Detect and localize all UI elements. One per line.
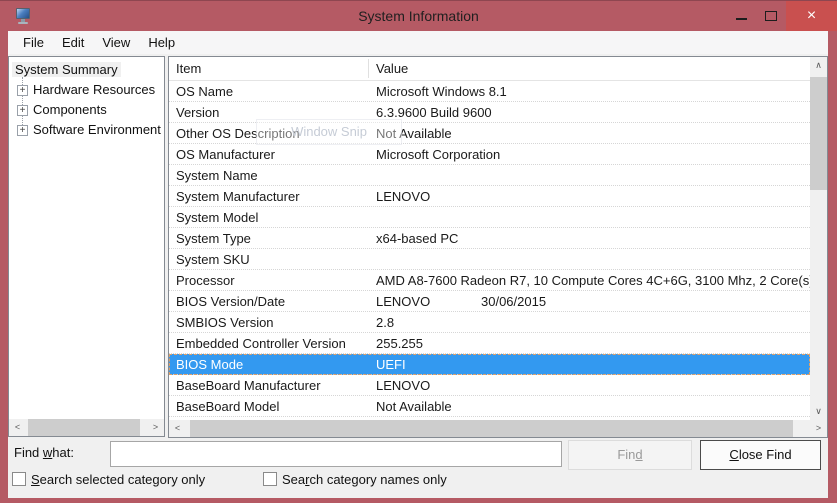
table-row[interactable]: SMBIOS Version 2.8 [169,312,810,333]
row-item-cell: BIOS Version/Date [176,291,285,312]
scroll-right-icon[interactable]: > [810,420,827,437]
scroll-right-icon[interactable]: > [147,419,164,436]
expand-plus-icon[interactable]: + [17,125,28,136]
table-row[interactable]: System Manufacturer LENOVO [169,186,810,207]
find-what-label: Find what: [14,445,74,460]
row-value-cell: Microsoft Windows 8.1 [376,81,507,102]
row-item-cell: BaseBoard Manufacturer [176,375,321,396]
row-item-cell: BaseBoard Model [176,396,279,417]
table-row[interactable]: BaseBoard Manufacturer LENOVO [169,375,810,396]
maximize-button[interactable] [756,1,786,31]
sidebar-item-hardware-resources[interactable]: + Hardware Resources [17,81,155,99]
row-value-cell: LENOVO [376,186,430,207]
list-vertical-scrollbar[interactable]: ∧ ∨ [810,57,827,420]
sidebar-item-label: Components [33,102,107,117]
row-value-cell: Microsoft Corporation [376,144,500,165]
table-row[interactable]: OS Name Microsoft Windows 8.1 [169,81,810,102]
scroll-down-icon[interactable]: ∨ [810,403,827,420]
detail-list-panel: Item Value OS Name Microsoft Windows 8.1 V… [168,56,828,438]
column-header-value[interactable]: Value [376,61,408,76]
table-row[interactable]: OS Manufacturer Microsoft Corporation [169,144,810,165]
row-item-cell: Version [176,102,219,123]
find-button[interactable]: Find [568,440,692,470]
scroll-left-icon[interactable]: < [169,420,186,437]
snip-tooltip-ghost: Window Snip [256,119,402,145]
minimize-icon [736,18,747,20]
row-value-cell: 2.8 [376,312,394,333]
menu-item-file[interactable]: File [14,33,53,52]
scroll-left-icon[interactable]: < [9,419,26,436]
menu-bar: FileEditViewHelp [8,31,828,54]
row-item-cell: OS Manufacturer [176,144,275,165]
table-row[interactable]: System SKU [169,249,810,270]
table-row[interactable]: Processor AMD A8-7600 Radeon R7, 10 Compu… [169,270,810,291]
scroll-up-icon[interactable]: ∧ [810,57,827,74]
row-value-cell: AMD A8-7600 Radeon R7, 10 Compute Cores … [376,270,810,291]
sidebar-item-label: Hardware Resources [33,82,155,97]
row-value-cell: UEFI [376,354,406,375]
list-header[interactable]: Item Value [169,57,810,81]
menu-item-edit[interactable]: Edit [53,33,93,52]
row-value-cell: 255.255 [376,333,423,354]
system-information-window: System Information × FileEditViewHelp Sy… [0,0,837,503]
row-value-cell: x64-based PC [376,228,458,249]
table-row[interactable]: System Name [169,165,810,186]
sidebar-item-system-summary[interactable]: System Summary [12,61,121,79]
category-tree: System Summary + Hardware Resources + Compon… [9,59,164,418]
row-value-cell: LENOVO [376,375,430,396]
find-input[interactable] [110,441,562,467]
search-category-names-checkbox[interactable] [263,472,277,486]
row-item-cell: System Type [176,228,251,249]
sidebar-item-label: System Summary [12,62,121,77]
close-find-button[interactable]: Close Find [700,440,821,470]
minimize-button[interactable] [726,1,756,31]
category-tree-panel: System Summary + Hardware Resources + Compon… [8,56,165,437]
row-item-cell: System Model [176,207,258,228]
search-selected-category-label: Search selected category only [31,472,205,487]
row-item-cell: Processor [176,270,235,291]
list-hscroll-thumb[interactable] [190,420,793,437]
search-category-names-label: Search category names only [282,472,447,487]
tree-horizontal-scrollbar[interactable]: < > [9,419,164,436]
list-horizontal-scrollbar[interactable]: < > [169,420,827,437]
row-item-cell: SMBIOS Version [176,312,274,333]
row-item-cell: BIOS Mode [176,354,243,375]
close-button[interactable]: × [786,1,837,31]
search-selected-category-checkbox[interactable] [12,472,26,486]
row-item-cell: System Manufacturer [176,186,300,207]
expand-plus-icon[interactable]: + [17,85,28,96]
vscroll-thumb[interactable] [810,77,827,190]
table-row[interactable]: System Model [169,207,810,228]
expand-plus-icon[interactable]: + [17,105,28,116]
window-title: System Information [0,8,837,24]
row-value-cell: LENOVO30/06/2015 [376,291,546,312]
row-item-cell: OS Name [176,81,233,102]
maximize-icon [765,11,777,21]
row-item-cell: System Name [176,165,258,186]
column-header-item[interactable]: Item [176,61,201,76]
menu-item-view[interactable]: View [93,33,139,52]
table-row[interactable]: System Type x64-based PC [169,228,810,249]
sidebar-item-software-environment[interactable]: + Software Environment [17,121,161,139]
row-item-cell: System SKU [176,249,250,270]
table-row[interactable]: BIOS Version/Date LENOVO30/06/2015 [169,291,810,312]
table-row-selected[interactable]: BIOS Mode UEFI [169,354,810,375]
row-value-cell: Not Available [376,396,452,417]
title-bar[interactable]: System Information × [0,1,837,31]
column-divider[interactable] [368,59,369,78]
tree-hscroll-thumb[interactable] [28,419,140,436]
sidebar-item-components[interactable]: + Components [17,101,107,119]
client-area: System Summary + Hardware Resources + Compon… [8,54,828,498]
close-icon: × [807,7,816,25]
table-row[interactable]: BaseBoard Model Not Available [169,396,810,417]
sidebar-item-label: Software Environment [33,122,161,137]
table-row[interactable]: Embedded Controller Version 255.255 [169,333,810,354]
row-item-cell: Embedded Controller Version [176,333,346,354]
menu-item-help[interactable]: Help [139,33,184,52]
